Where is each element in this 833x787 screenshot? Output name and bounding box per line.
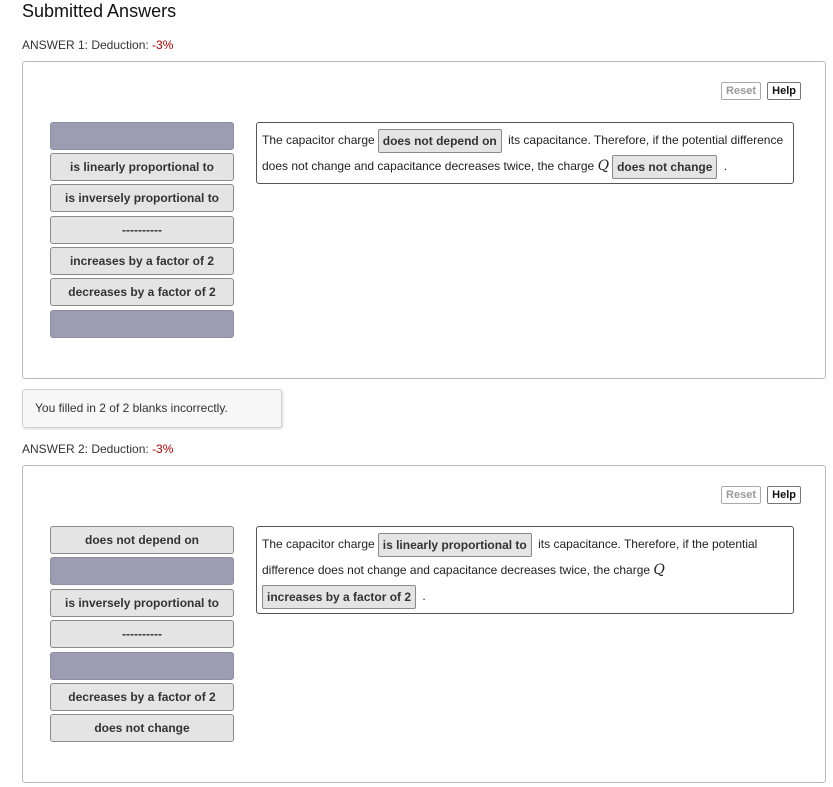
sentence-line: increases by a factor of 2 . [262, 583, 788, 609]
sentence-line: The capacitor charge is linearly proporti… [262, 531, 788, 557]
choice-slot-empty[interactable] [50, 122, 234, 150]
choice-tile[interactable]: decreases by a factor of 2 [50, 683, 234, 711]
choice-tile[interactable]: ---------- [50, 216, 234, 244]
sentence-text: The capacitor charge [262, 133, 375, 147]
answer-2-deduction: -3% [152, 442, 174, 456]
answer-1-deduction: -3% [152, 38, 174, 52]
answer-2-header: ANSWER 2: Deduction: -3% [22, 442, 173, 456]
answer-1-panel: Reset Help is linearly proportional to i… [22, 61, 826, 379]
sentence-line: difference does not change and capacitan… [262, 557, 788, 583]
choice-tile[interactable]: is inversely proportional to [50, 184, 234, 212]
answer-1-toolbar: Reset Help [711, 82, 801, 100]
answer-2-panel: Reset Help does not depend on is inverse… [22, 465, 826, 783]
sentence-text: difference does not change and capacitan… [262, 563, 651, 577]
answer-1-header: ANSWER 1: Deduction: -3% [22, 38, 173, 52]
choice-tile[interactable]: is inversely proportional to [50, 589, 234, 617]
sentence-text: does not change and capacitance decrease… [262, 159, 595, 173]
blank-1[interactable]: does not depend on [377, 128, 502, 153]
answer-1-label: ANSWER 1: Deduction: [22, 38, 149, 52]
reset-button[interactable]: Reset [721, 486, 761, 504]
sentence-text: its capacitance. Therefore, if the poten… [538, 537, 758, 551]
answer-2-sentence: The capacitor charge is linearly proporti… [256, 526, 794, 614]
choice-tile[interactable]: ---------- [50, 620, 234, 648]
choice-slot-empty[interactable] [50, 557, 234, 585]
choice-tile[interactable]: does not depend on [50, 526, 234, 554]
sentence-text: The capacitor charge [262, 537, 375, 551]
help-button[interactable]: Help [767, 486, 801, 504]
blank-2[interactable]: increases by a factor of 2 [262, 584, 417, 609]
reset-button[interactable]: Reset [721, 82, 761, 100]
help-button[interactable]: Help [767, 82, 801, 100]
feedback-message: You filled in 2 of 2 blanks incorrectly. [22, 389, 282, 428]
answer-2-label: ANSWER 2: Deduction: [22, 442, 149, 456]
choice-slot-empty[interactable] [50, 652, 234, 680]
sentence-line: does not change and capacitance decrease… [262, 153, 788, 179]
sentence-text: its capacitance. Therefore, if the poten… [508, 133, 784, 147]
page-title: Submitted Answers [22, 1, 177, 21]
choice-tile[interactable]: decreases by a factor of 2 [50, 278, 234, 306]
answer-2-toolbar: Reset Help [711, 486, 801, 504]
sentence-period: . [723, 159, 728, 173]
choice-tile[interactable]: is linearly proportional to [50, 153, 234, 181]
choice-slot-empty[interactable] [50, 310, 234, 338]
sentence-line: The capacitor charge does not depend on i… [262, 127, 788, 153]
choice-tile[interactable]: increases by a factor of 2 [50, 247, 234, 275]
answer-1-sentence: The capacitor charge does not depend on i… [256, 122, 794, 184]
blank-1[interactable]: is linearly proportional to [377, 532, 532, 557]
variable-q: Q [653, 562, 665, 578]
choice-tile[interactable]: does not change [50, 714, 234, 742]
sentence-period: . [422, 589, 426, 603]
blank-2[interactable]: does not change [612, 154, 718, 179]
variable-q: Q [597, 158, 610, 174]
